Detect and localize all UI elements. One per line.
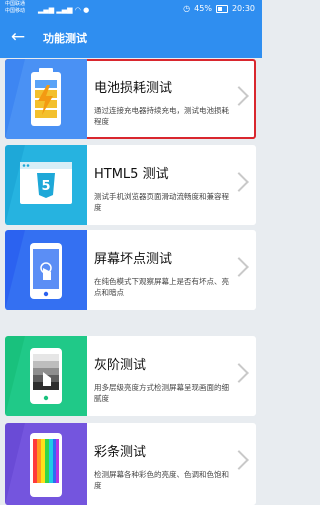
dead-pixel-test-thumb	[5, 230, 87, 310]
phone-colorbar-icon	[30, 433, 62, 497]
item-title: 屏幕坏点测试	[94, 252, 173, 267]
carrier-2: 中国移动	[5, 8, 26, 14]
status-right: ◷ 45% 20:30	[183, 4, 255, 13]
grayscale-test-thumb	[5, 336, 87, 416]
carrier-labels: 中国联通 中国移动	[5, 1, 25, 15]
app-bar: ← 功能测试	[0, 20, 262, 58]
dead-pixel-test-card[interactable]: 屏幕坏点测试 在纯色模式下观察屏幕上是否有坏点、亮点和暗点	[5, 230, 256, 310]
item-title: 彩条测试	[94, 445, 147, 460]
signal-icons: ▂▄▆ ▂▄▆ ◠ ●	[38, 6, 90, 14]
clock: 20:30	[231, 4, 255, 13]
color-bar-test-card[interactable]: 彩条测试 检测屏幕各种彩色的亮度、色调和色饱和度	[5, 423, 256, 505]
chevron-right-icon	[229, 450, 249, 470]
browser-icon: 5	[20, 162, 72, 204]
back-arrow-icon[interactable]: ←	[10, 29, 26, 46]
item-description: 测试手机浏览器页面滑动流畅度和兼容程度	[94, 192, 229, 212]
chevron-right-icon	[229, 363, 249, 383]
chevron-right-icon	[229, 86, 249, 106]
carrier-1: 中国联通	[5, 1, 26, 7]
page-title: 功能测试	[43, 32, 87, 45]
svg-text:5: 5	[41, 179, 50, 194]
item-title: 电池损耗测试	[94, 81, 173, 96]
item-description: 检测屏幕各种彩色的亮度、色调和色饱和度	[94, 470, 229, 490]
chevron-right-icon	[229, 172, 249, 192]
status-bar: 中国联通 中国移动 ▂▄▆ ▂▄▆ ◠ ● ◷ 45% 20:30	[0, 0, 262, 20]
item-description: 在纯色模式下观察屏幕上是否有坏点、亮点和暗点	[94, 277, 229, 297]
html5-test-thumb: 5	[5, 145, 87, 225]
grayscale-test-card[interactable]: 灰阶测试 用多层级亮度方式检测屏幕呈现画面的细腻度	[5, 336, 256, 416]
html5-test-card[interactable]: 5 HTML5 测试 测试手机浏览器页面滑动流畅度和兼容程度	[5, 145, 256, 225]
item-description: 通过连接充电器持续充电，测试电池损耗程度	[94, 106, 229, 126]
item-title: HTML5 测试	[94, 167, 169, 182]
chevron-right-icon	[229, 257, 249, 277]
item-description: 用多层级亮度方式检测屏幕呈现画面的细腻度	[94, 383, 229, 403]
battery-icon	[215, 4, 228, 13]
phone-touch-icon	[30, 243, 62, 299]
battery-icon	[31, 68, 61, 126]
phone-gradient-icon	[30, 348, 62, 404]
battery-test-thumb	[5, 59, 87, 139]
item-title: 灰阶测试	[94, 358, 147, 373]
color-bar-test-thumb	[5, 423, 87, 505]
alarm-icon: ◷	[183, 4, 191, 13]
battery-percent: 45%	[194, 4, 212, 13]
battery-test-card[interactable]: 电池损耗测试 通过连接充电器持续充电，测试电池损耗程度	[5, 59, 256, 139]
